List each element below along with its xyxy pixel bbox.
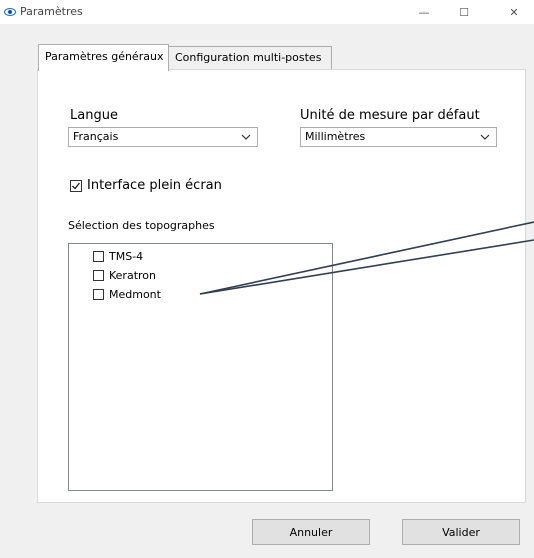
unit-value: Millimètres <box>305 130 366 143</box>
fullscreen-checkbox-box[interactable] <box>70 179 82 192</box>
eye-icon <box>4 8 16 16</box>
language-select[interactable]: Français <box>68 127 258 147</box>
unit-label: Unité de mesure par défaut <box>300 108 480 123</box>
language-value: Français <box>73 130 119 143</box>
topographer-item-keratron[interactable]: Keratron <box>93 269 156 282</box>
title-bar: Paramètres — ☐ ✕ <box>0 0 534 24</box>
cancel-button[interactable]: Annuler <box>252 519 370 545</box>
fullscreen-label: Interface plein écran <box>87 178 222 193</box>
topographers-list[interactable]: TMS-4 Keratron Medmont <box>68 243 333 491</box>
topographers-label: Sélection des topographes <box>68 219 215 232</box>
chevron-down-icon <box>241 134 251 140</box>
tab-general-settings[interactable]: Paramètres généraux <box>38 44 169 71</box>
language-label: Langue <box>70 108 118 123</box>
topographer-checkbox[interactable] <box>93 270 104 281</box>
minimize-button[interactable]: — <box>404 0 444 24</box>
fullscreen-checkbox[interactable]: Interface plein écran <box>70 178 222 193</box>
close-button[interactable]: ✕ <box>494 0 534 24</box>
topographer-item-tms4[interactable]: TMS-4 <box>93 250 143 263</box>
maximize-button[interactable]: ☐ <box>444 0 484 24</box>
tab-multi-station-config[interactable]: Configuration multi-postes <box>168 46 332 69</box>
topographer-label: Keratron <box>109 269 156 282</box>
unit-select[interactable]: Millimètres <box>300 127 497 147</box>
topographer-label: TMS-4 <box>109 250 144 263</box>
validate-button[interactable]: Valider <box>402 519 520 545</box>
checkmark-icon <box>72 182 81 189</box>
topographer-item-medmont[interactable]: Medmont <box>93 288 161 301</box>
topographer-checkbox[interactable] <box>93 289 104 300</box>
topographer-label: Medmont <box>109 288 161 301</box>
window-title: Paramètres <box>20 5 83 18</box>
chevron-down-icon <box>480 134 490 140</box>
topographer-checkbox[interactable] <box>93 251 104 262</box>
